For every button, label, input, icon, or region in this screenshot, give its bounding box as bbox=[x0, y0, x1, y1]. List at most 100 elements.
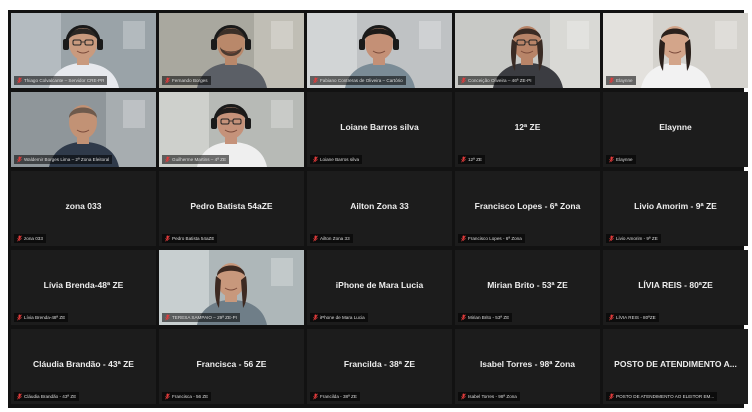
participant-tile-waldemir-borges-lima-2-zona-eleitoral[interactable]: Waldemir Borges Lima – 2ª Zona Eleitoral bbox=[11, 92, 156, 167]
participant-label: Lívia Brenda-48ª ZE bbox=[14, 313, 69, 322]
muted-mic-icon bbox=[609, 235, 614, 242]
participant-name: Ailton Zona 33 bbox=[350, 201, 409, 211]
participant-label: POSTO DE ATENDIMENTO AO ELEITOR EM... bbox=[606, 392, 718, 401]
participant-tile-thiago-colvalcante-servidor-cre-pr[interactable]: Thiago Colvalcante – Servidor CRE-PR bbox=[11, 13, 156, 88]
participant-label: TERESA SAMPAIO – 29ª ZE-PI bbox=[162, 313, 240, 322]
participant-label: Isabel Torres - 98ª Zona bbox=[458, 392, 520, 401]
participant-name: Elaynne bbox=[659, 122, 692, 132]
participant-tile-livia-brenda-48-ze[interactable]: Lívia Brenda-48ª ZE Lívia Brenda-48ª ZE bbox=[11, 250, 156, 325]
participant-label-text: zona 033 bbox=[24, 235, 43, 241]
participant-tile-pedro-batista-54aze[interactable]: Pedro Batista 54aZE Pedro Batista 54aZE bbox=[159, 171, 304, 246]
participant-label: Francisca - 56 ZE bbox=[162, 392, 212, 401]
participant-label-text: Francisca - 56 ZE bbox=[172, 393, 209, 399]
muted-mic-icon bbox=[609, 393, 614, 400]
participant-tile-iphone-de-mara-lucia[interactable]: iPhone de Mara Lucia iPhone de Mara Lucia bbox=[307, 250, 452, 325]
muted-mic-icon bbox=[461, 156, 466, 163]
muted-mic-icon bbox=[165, 235, 170, 242]
participant-label: Elaynne bbox=[606, 76, 636, 85]
participant-tile-ailton-zona-33[interactable]: Ailton Zona 33 Ailton Zona 33 bbox=[307, 171, 452, 246]
video-gallery: Thiago Colvalcante – Servidor CRE-PR Fern… bbox=[8, 10, 748, 408]
participant-label-text: Loiane Barros silva bbox=[320, 156, 360, 162]
participant-tile-claudia-brandao-43-ze[interactable]: Cláudia Brandão - 43ª ZE Cláudia Brandão … bbox=[11, 329, 156, 404]
participant-label: iPhone de Mara Lucia bbox=[310, 313, 368, 322]
muted-mic-icon bbox=[17, 156, 22, 163]
muted-mic-icon bbox=[461, 393, 466, 400]
participant-tile-teresa-sampaio-29-ze-pi[interactable]: TERESA SAMPAIO – 29ª ZE-PI bbox=[159, 250, 304, 325]
participant-name: Livio Amorim - 9ª ZE bbox=[634, 201, 717, 211]
participant-name: Francisco Lopes - 6ª Zona bbox=[474, 201, 581, 211]
participant-tile-livia-reis-80-ze[interactable]: LÍVIA REIS - 80ªZE LÍVIA REIS - 80ªZE bbox=[603, 250, 748, 325]
participant-tile-12-ze[interactable]: 12ª ZE 12ª ZE bbox=[455, 92, 600, 167]
muted-mic-icon bbox=[461, 314, 466, 321]
participant-label: Pedro Batista 54aZE bbox=[162, 234, 218, 243]
participant-label: Cláudia Brandão - 43ª ZE bbox=[14, 392, 80, 401]
muted-mic-icon bbox=[165, 314, 170, 321]
participant-tile-fabiano-contreras-de-oliveira-cartorio[interactable]: Fabiano Contreras de Oliveira – Cartório bbox=[307, 13, 452, 88]
participant-tile-conceicao-oliveira-46-ze-pi[interactable]: Conceição Oliveira – 46ª ZE-PI bbox=[455, 13, 600, 88]
participant-tile-elaynne[interactable]: Elaynne Elaynne bbox=[603, 92, 748, 167]
participant-name: Cláudia Brandão - 43ª ZE bbox=[33, 359, 134, 369]
participant-name: Lívia Brenda-48ª ZE bbox=[43, 280, 124, 290]
participant-tile-francisco-lopes-6-zona[interactable]: Francisco Lopes - 6ª Zona Francisco Lopes… bbox=[455, 171, 600, 246]
participant-label-text: Livio Amorim - 9ª ZE bbox=[616, 235, 658, 241]
participant-tile-fernando-borges[interactable]: Fernando Borges bbox=[159, 13, 304, 88]
participant-label-text: LÍVIA REIS - 80ªZE bbox=[616, 314, 656, 320]
participant-label: Elaynne bbox=[606, 155, 636, 164]
participant-label-text: Waldemir Borges Lima – 2ª Zona Eleitoral bbox=[24, 156, 110, 162]
muted-mic-icon bbox=[165, 77, 170, 84]
participant-tile-elaynne[interactable]: Elaynne bbox=[603, 13, 748, 88]
participant-grid: Thiago Colvalcante – Servidor CRE-PR Fern… bbox=[11, 13, 748, 404]
participant-label-text: Lívia Brenda-48ª ZE bbox=[24, 314, 66, 320]
participant-label: Conceição Oliveira – 46ª ZE-PI bbox=[458, 76, 535, 85]
participant-label: Francilda - 38ª ZE bbox=[310, 392, 360, 401]
participant-label-text: Mirian Brito - 53ª ZE bbox=[468, 314, 510, 320]
participant-name: Francisca - 56 ZE bbox=[196, 359, 267, 369]
muted-mic-icon bbox=[17, 235, 22, 242]
participant-label: 12ª ZE bbox=[458, 155, 485, 164]
participant-name: LÍVIA REIS - 80ªZE bbox=[638, 280, 713, 290]
participant-label: Guilherme Martins – 4ª ZE bbox=[162, 155, 230, 164]
participant-label: LÍVIA REIS - 80ªZE bbox=[606, 313, 659, 322]
participant-name: 12ª ZE bbox=[514, 122, 541, 132]
muted-mic-icon bbox=[17, 314, 22, 321]
participant-label-text: Fernando Borges bbox=[172, 77, 208, 83]
participant-label-text: POSTO DE ATENDIMENTO AO ELEITOR EM... bbox=[616, 393, 715, 399]
participant-label-text: Elaynne bbox=[616, 77, 633, 83]
muted-mic-icon bbox=[17, 77, 22, 84]
participant-tile-livio-amorim-9-ze[interactable]: Livio Amorim - 9ª ZE Livio Amorim - 9ª ZE bbox=[603, 171, 748, 246]
muted-mic-icon bbox=[461, 235, 466, 242]
participant-label: Loiane Barros silva bbox=[310, 155, 363, 164]
participant-label: Mirian Brito - 53ª ZE bbox=[458, 313, 513, 322]
participant-name: Francilda - 38ª ZE bbox=[343, 359, 416, 369]
muted-mic-icon bbox=[609, 156, 614, 163]
muted-mic-icon bbox=[17, 393, 22, 400]
muted-mic-icon bbox=[609, 77, 614, 84]
participant-name: Loiane Barros silva bbox=[340, 122, 419, 132]
participant-tile-zona-033[interactable]: zona 033 zona 033 bbox=[11, 171, 156, 246]
muted-mic-icon bbox=[313, 393, 318, 400]
participant-tile-francisca-56-ze[interactable]: Francisca - 56 ZE Francisca - 56 ZE bbox=[159, 329, 304, 404]
participant-label-text: Fabiano Contreras de Oliveira – Cartório bbox=[320, 77, 403, 83]
participant-label: Fabiano Contreras de Oliveira – Cartório bbox=[310, 76, 406, 85]
participant-tile-mirian-brito-53-ze[interactable]: Mirian Brito - 53ª ZE Mirian Brito - 53ª … bbox=[455, 250, 600, 325]
muted-mic-icon bbox=[313, 314, 318, 321]
muted-mic-icon bbox=[313, 156, 318, 163]
participant-label: Livio Amorim - 9ª ZE bbox=[606, 234, 661, 243]
participant-label-text: Elaynne bbox=[616, 156, 633, 162]
participant-label-text: TERESA SAMPAIO – 29ª ZE-PI bbox=[172, 314, 237, 320]
participant-tile-posto-de-atendimento-ao-eleitor-em[interactable]: POSTO DE ATENDIMENTO A... POSTO DE ATENDI… bbox=[603, 329, 748, 404]
participant-tile-loiane-barros-silva[interactable]: Loiane Barros silva Loiane Barros silva bbox=[307, 92, 452, 167]
participant-label: Waldemir Borges Lima – 2ª Zona Eleitoral bbox=[14, 155, 113, 164]
participant-label-text: Guilherme Martins – 4ª ZE bbox=[172, 156, 227, 162]
participant-tile-guilherme-martins-4-ze[interactable]: Guilherme Martins – 4ª ZE bbox=[159, 92, 304, 167]
participant-label-text: Cláudia Brandão - 43ª ZE bbox=[24, 393, 77, 399]
participant-label-text: Conceição Oliveira – 46ª ZE-PI bbox=[468, 77, 532, 83]
participant-label-text: Isabel Torres - 98ª Zona bbox=[468, 393, 517, 399]
participant-label-text: Pedro Batista 54aZE bbox=[172, 235, 215, 241]
participant-tile-francilda-38-ze[interactable]: Francilda - 38ª ZE Francilda - 38ª ZE bbox=[307, 329, 452, 404]
participant-name: zona 033 bbox=[65, 201, 102, 211]
participant-tile-isabel-torres-98-zona[interactable]: Isabel Torres - 98ª Zona Isabel Torres - … bbox=[455, 329, 600, 404]
participant-label-text: Ailton Zona 33 bbox=[320, 235, 350, 241]
muted-mic-icon bbox=[461, 77, 466, 84]
participant-name: Mirian Brito - 53ª ZE bbox=[487, 280, 568, 290]
